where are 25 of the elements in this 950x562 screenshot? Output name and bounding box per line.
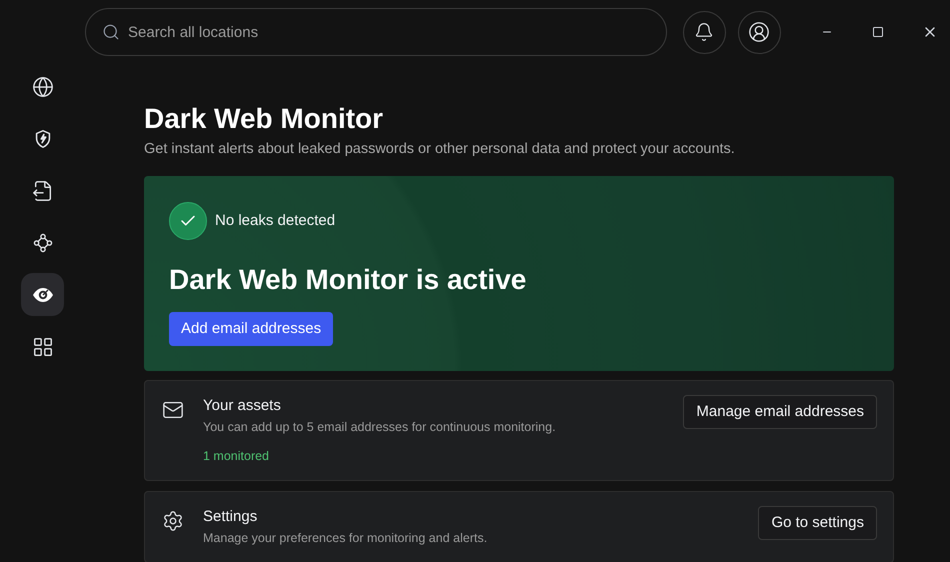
bell-icon <box>694 22 714 42</box>
grid-icon <box>32 336 54 358</box>
file-arrow-icon <box>32 180 54 202</box>
page-title: Dark Web Monitor <box>144 102 384 136</box>
page-subtitle: Get instant alerts about leaked passwords or other personal data and protect your accounts. <box>144 140 736 159</box>
sidebar-item[interactable] <box>21 273 64 316</box>
status-text: No leaks detected <box>215 210 336 230</box>
add-email-button[interactable]: Add email addresses <box>169 312 334 346</box>
section-title: Your assets <box>203 396 282 416</box>
settings-icon <box>162 510 184 532</box>
search-field[interactable]: Search all locations <box>85 8 668 56</box>
monitored-count: 1 monitored <box>203 448 270 465</box>
section-button[interactable]: Manage email addresses <box>683 394 877 429</box>
account-button[interactable] <box>738 10 781 54</box>
section-description: Manage your preferences for monitoring and alerts. <box>203 530 488 548</box>
globe-icon <box>32 76 54 98</box>
notifications-button[interactable] <box>683 10 726 54</box>
section-description: You can add up to 5 email addresses for continuous monitoring. <box>203 419 557 436</box>
maximize-icon <box>872 26 884 38</box>
status-headline: Dark Web Monitor is active <box>169 262 528 297</box>
search-icon <box>102 23 120 41</box>
section-button[interactable]: Go to settings <box>758 506 877 540</box>
section-title: Settings <box>203 506 258 527</box>
nodes-icon <box>32 232 54 254</box>
user-icon <box>748 21 770 43</box>
